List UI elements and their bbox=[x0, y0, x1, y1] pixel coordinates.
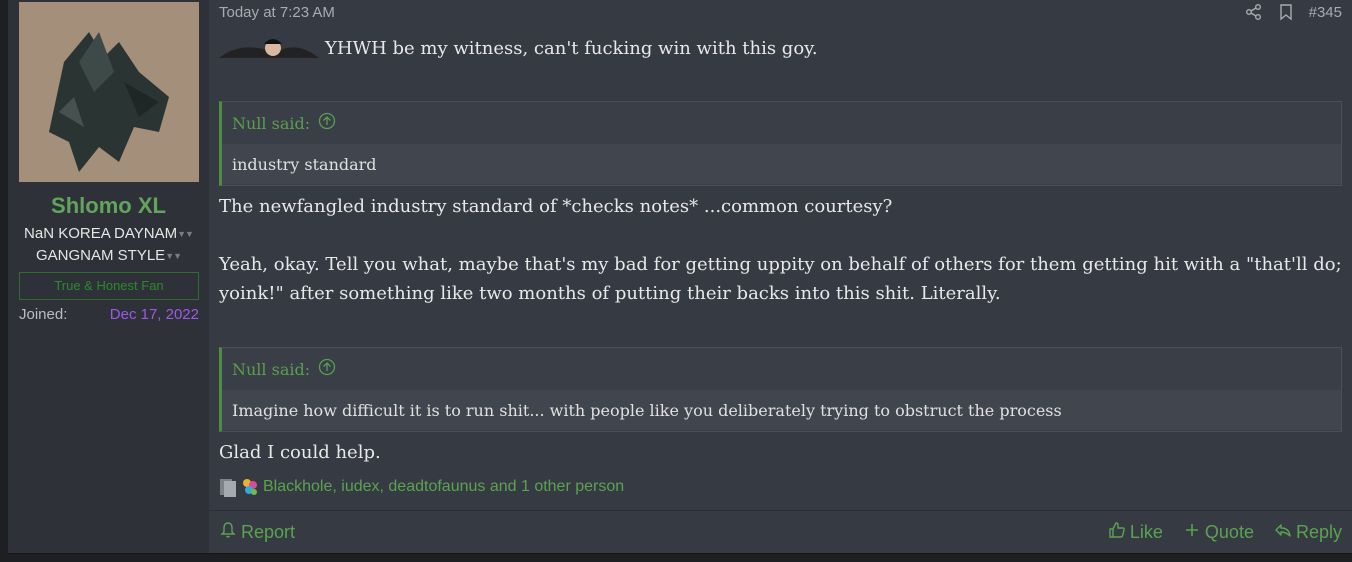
quote-author[interactable]: Null said: bbox=[232, 360, 310, 379]
quote-block-1: Null said: industry standard bbox=[219, 101, 1342, 186]
avatar-image bbox=[19, 2, 199, 182]
user-title-text2: GANGNAM STYLE bbox=[35, 247, 166, 264]
post-line1-text: YHWH be my witness, can't fucking win wi… bbox=[325, 37, 818, 59]
quote-label: Quote bbox=[1204, 521, 1254, 542]
quote-block-2: Null said: Imagine how difficult it is t… bbox=[219, 347, 1342, 432]
user-title-text1: NaN KOREA DAYNAM bbox=[24, 225, 178, 242]
post-main: Today at 7:23 AM #345 YHWH be my witness… bbox=[209, 0, 1352, 553]
quote-header: Null said: bbox=[222, 348, 1341, 390]
reply-button[interactable]: Reply bbox=[1274, 521, 1342, 544]
arrow-up-circle-icon[interactable] bbox=[318, 358, 336, 380]
quote-text: Imagine how difficult it is to run shit.… bbox=[222, 390, 1341, 430]
post-footer: Report Like Quote Reply bbox=[209, 510, 1352, 553]
user-title-line1: NaN KOREA DAYNAM▼▼ bbox=[8, 223, 209, 245]
emote-image bbox=[219, 36, 319, 60]
user-title-line2: GANGNAM STYLE▼▼ bbox=[8, 245, 209, 267]
quote-author[interactable]: Null said: bbox=[232, 114, 310, 133]
quote-header: Null said: bbox=[222, 102, 1341, 144]
reactions-bar[interactable]: Blackhole, iudex, deadtofaunus and 1 oth… bbox=[219, 476, 624, 498]
username[interactable]: Shlomo XL bbox=[8, 193, 209, 219]
footer-left: Report bbox=[219, 521, 295, 544]
plus-icon bbox=[1183, 521, 1201, 544]
share-icon[interactable] bbox=[1245, 3, 1263, 21]
user-banner: True & Honest Fan bbox=[19, 272, 199, 300]
reaction-icon-1 bbox=[219, 476, 237, 498]
like-label: Like bbox=[1129, 521, 1163, 542]
user-sidebar: Shlomo XL NaN KOREA DAYNAM▼▼ GANGNAM STY… bbox=[8, 0, 209, 553]
thumbs-up-icon bbox=[1108, 521, 1126, 544]
joined-date: Dec 17, 2022 bbox=[109, 306, 199, 323]
report-button[interactable]: Report bbox=[219, 521, 295, 544]
bell-icon bbox=[219, 521, 237, 544]
quote-text: industry standard bbox=[222, 144, 1341, 184]
avatar[interactable] bbox=[19, 2, 199, 182]
report-label: Report bbox=[241, 521, 296, 542]
post-number[interactable]: #345 bbox=[1309, 4, 1342, 21]
post-timestamp[interactable]: Today at 7:23 AM bbox=[219, 4, 335, 21]
post-paragraph-1: The newfangled industry standard of *che… bbox=[219, 196, 893, 217]
reply-arrow-icon bbox=[1274, 521, 1292, 544]
footer-right: Like Quote Reply bbox=[1108, 521, 1342, 544]
post-meta-actions: #345 bbox=[1245, 3, 1342, 21]
arrow-up-circle-icon[interactable] bbox=[318, 112, 336, 134]
post-first-line: YHWH be my witness, can't fucking win wi… bbox=[219, 36, 1342, 60]
reactions-text[interactable]: Blackhole, iudex, deadtofaunus and 1 oth… bbox=[263, 478, 624, 496]
post-paragraph-2b: yoink!" after something like two months … bbox=[219, 283, 1001, 304]
post-container: Shlomo XL NaN KOREA DAYNAM▼▼ GANGNAM STY… bbox=[8, 0, 1352, 553]
like-button[interactable]: Like bbox=[1108, 521, 1163, 544]
quote-button[interactable]: Quote bbox=[1183, 521, 1254, 544]
joined-label: Joined: bbox=[19, 306, 68, 323]
caret-icon: ▼▼ bbox=[177, 229, 194, 240]
post-paragraph-3: Glad I could help. bbox=[219, 442, 381, 463]
reply-label: Reply bbox=[1295, 521, 1342, 542]
reaction-icon-2 bbox=[241, 476, 259, 498]
post-paragraph-2a: Yeah, okay. Tell you what, maybe that's … bbox=[219, 254, 1342, 275]
caret-icon: ▼▼ bbox=[165, 251, 182, 262]
bookmark-icon[interactable] bbox=[1277, 3, 1295, 21]
